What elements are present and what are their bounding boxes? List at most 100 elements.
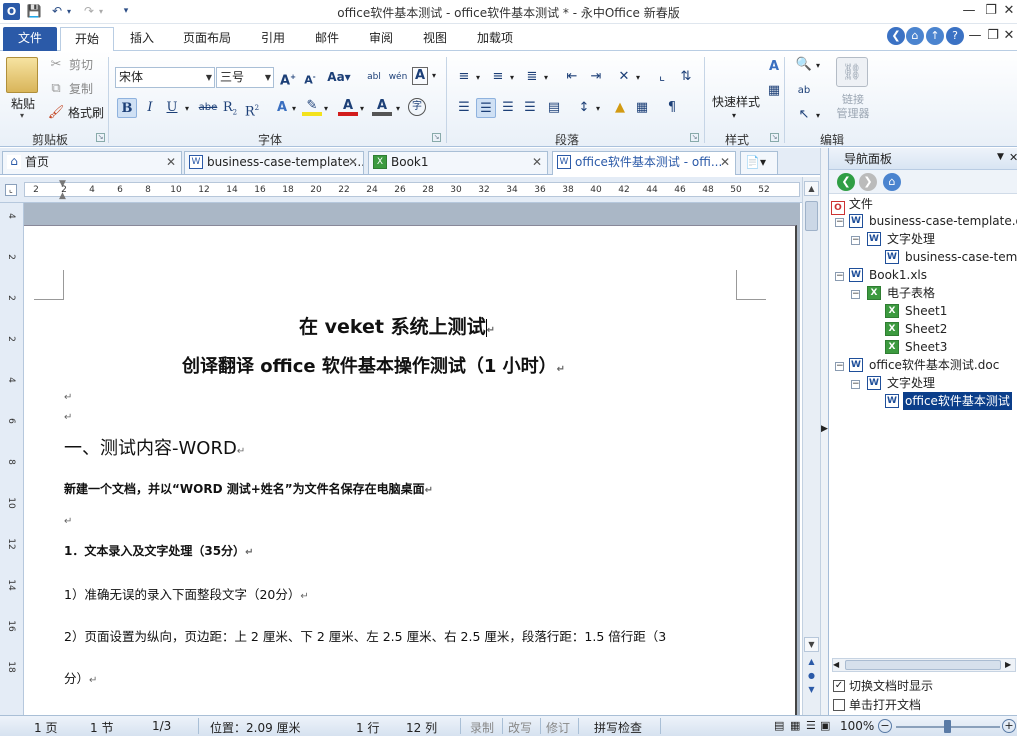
new-tab-button[interactable]: 📄▾: [740, 151, 778, 174]
print-layout-view-icon[interactable]: ▤: [774, 719, 784, 732]
font-name-combo[interactable]: 宋体 ▼: [115, 67, 215, 88]
status-line[interactable]: 1 行: [356, 719, 379, 736]
tab-page-layout[interactable]: 页面布局: [174, 27, 240, 51]
tab-mailings[interactable]: 邮件: [306, 27, 348, 51]
tab-insert[interactable]: 插入: [120, 27, 164, 51]
up-icon[interactable]: ↑: [926, 27, 944, 45]
phonetic-guide-icon[interactable]: abl: [364, 67, 384, 87]
increase-indent-icon[interactable]: ⇥: [586, 67, 606, 87]
cut-icon[interactable]: ✂: [46, 55, 66, 75]
shrink-font-icon[interactable]: A-: [300, 67, 320, 87]
styles-launcher-icon[interactable]: ↘: [770, 133, 779, 142]
zoom-level[interactable]: 100%: [840, 719, 874, 733]
chevron-down-icon[interactable]: ▾: [324, 104, 328, 113]
zoom-out-icon[interactable]: −: [878, 719, 892, 733]
asian-layout-icon[interactable]: ✕: [614, 67, 634, 87]
grow-font-icon[interactable]: A+: [278, 67, 298, 88]
status-column[interactable]: 12 列: [406, 719, 437, 736]
shading-icon[interactable]: ▲: [610, 98, 630, 118]
chevron-down-icon[interactable]: ▾: [476, 73, 480, 82]
tree-collapse-icon[interactable]: −: [851, 380, 860, 389]
tree-item-business-doc[interactable]: business-case-template.doc: [869, 212, 1017, 230]
zoom-slider-thumb[interactable]: [944, 720, 951, 733]
line-spacing-icon[interactable]: ↕: [574, 98, 594, 118]
replace-icon[interactable]: ab: [794, 81, 814, 101]
tree-item-sheet3[interactable]: Sheet3: [905, 338, 947, 356]
scroll-thumb[interactable]: [805, 201, 818, 231]
tab-stop-icon[interactable]: ⌞: [652, 67, 672, 87]
status-page[interactable]: 1 页: [34, 719, 57, 736]
highlight-icon[interactable]: ✎: [302, 96, 322, 116]
tab-review[interactable]: 审阅: [360, 27, 402, 51]
tree-collapse-icon[interactable]: −: [851, 290, 860, 299]
font-size-combo[interactable]: 三号 ▼: [216, 67, 274, 88]
tree-collapse-icon[interactable]: −: [835, 362, 844, 371]
tree-item-office-doc[interactable]: office软件基本测试.doc: [869, 356, 999, 374]
cut-button[interactable]: 剪切: [66, 54, 96, 76]
strikethrough-button[interactable]: abe: [198, 98, 218, 118]
draft-view-icon[interactable]: ▣: [820, 719, 830, 732]
format-painter-button[interactable]: 格式刷: [66, 102, 106, 124]
font-launcher-icon[interactable]: ↘: [432, 133, 441, 142]
multilevel-list-icon[interactable]: ≣: [522, 67, 542, 87]
document-area[interactable]: 在 veket 系统上测试↵ 创译翻译 office 软件基本操作测试（1 小时…: [24, 203, 800, 715]
document-page[interactable]: 在 veket 系统上测试↵ 创译翻译 office 软件基本操作测试（1 小时…: [24, 225, 797, 715]
decrease-indent-icon[interactable]: ⇤: [562, 67, 582, 87]
panel-splitter[interactable]: ▶: [820, 148, 828, 715]
copy-button[interactable]: 复制: [66, 78, 96, 100]
doc-tab-office-test[interactable]: Woffice软件基本测试 - offi... ✕: [552, 151, 736, 175]
status-track-changes[interactable]: 修订: [546, 719, 570, 736]
browse-object-icon[interactable]: ●: [804, 669, 819, 684]
paragraph-launcher-icon[interactable]: ↘: [690, 133, 699, 142]
scroll-down-icon[interactable]: ▼: [804, 637, 819, 652]
paste-dropdown-icon[interactable]: ▾: [20, 111, 24, 120]
justify-icon[interactable]: ☰: [520, 98, 540, 118]
close-icon[interactable]: ✕: [996, 2, 1017, 20]
show-marks-icon[interactable]: ¶: [662, 98, 682, 118]
char-border-icon[interactable]: A: [412, 67, 428, 85]
clipboard-launcher-icon[interactable]: ↘: [96, 133, 105, 142]
web-layout-view-icon[interactable]: ▦: [790, 719, 800, 732]
superscript-button[interactable]: R2: [242, 98, 262, 119]
tab-references[interactable]: 引用: [252, 27, 294, 51]
close-tab-icon[interactable]: ✕: [532, 152, 542, 173]
prev-page-icon[interactable]: ▲: [804, 655, 819, 670]
tree-item-word-category-2[interactable]: 文字处理: [887, 374, 935, 392]
vertical-scrollbar[interactable]: ▲ ▼ ▲ ● ▼: [802, 177, 820, 715]
single-click-checkbox[interactable]: [833, 699, 845, 711]
status-spell-check[interactable]: 拼写检查: [594, 719, 642, 736]
chevron-down-icon[interactable]: ▾: [396, 104, 400, 113]
nav-horizontal-scrollbar[interactable]: ◀ ▶: [832, 658, 1016, 672]
doc-close-icon[interactable]: ✕: [996, 27, 1017, 45]
tree-item-sheet1[interactable]: Sheet1: [905, 302, 947, 320]
close-tab-icon[interactable]: ✕: [348, 152, 358, 173]
italic-button[interactable]: I: [140, 98, 160, 118]
scroll-left-icon[interactable]: ◀: [833, 660, 839, 669]
tree-collapse-icon[interactable]: −: [851, 236, 860, 245]
character-scale-icon[interactable]: wén: [388, 67, 408, 87]
tab-selector-icon[interactable]: ⌞: [5, 184, 17, 196]
status-page-count[interactable]: 1/3: [152, 719, 171, 733]
chevron-down-icon[interactable]: ▾: [596, 104, 600, 113]
chevron-down-icon[interactable]: ▾: [360, 104, 364, 113]
link-manager-icon[interactable]: ⛓: [836, 57, 868, 87]
find-icon[interactable]: 🔍: [794, 55, 814, 75]
chevron-down-icon[interactable]: ▾: [544, 73, 548, 82]
char-shading-icon[interactable]: A: [372, 96, 392, 116]
tree-root[interactable]: O 文件: [831, 195, 873, 215]
vertical-ruler[interactable]: 4 2 2 2 4 6 8 10 12 14 16 18: [0, 203, 24, 715]
distributed-icon[interactable]: ▤: [544, 98, 564, 118]
copy-icon[interactable]: ⧉: [46, 79, 66, 99]
tree-item-spreadsheet-category[interactable]: 电子表格: [887, 284, 935, 302]
nav-close-icon[interactable]: ✕: [1009, 151, 1017, 164]
status-position[interactable]: 位置：2.09 厘米: [210, 719, 301, 736]
horizontal-ruler[interactable]: ⌞ ▼ ▲ 2 2 4 6 8 10 12 14 16 18 20 22 24 26 28 30 32 34 36 3…: [0, 177, 826, 203]
link-manager-button[interactable]: 链接 管理器: [832, 93, 874, 121]
chevron-down-icon[interactable]: ▾: [816, 61, 820, 70]
tab-addins[interactable]: 加载项: [468, 27, 522, 51]
doc-tab-book1[interactable]: X Book1 ✕: [368, 151, 548, 174]
tab-view[interactable]: 视图: [414, 27, 456, 51]
tree-item-business-leaf[interactable]: business-case-templa: [905, 248, 1017, 266]
underline-dropdown-icon[interactable]: ▾: [185, 104, 189, 113]
nav-forward-icon[interactable]: ❯: [859, 173, 877, 191]
